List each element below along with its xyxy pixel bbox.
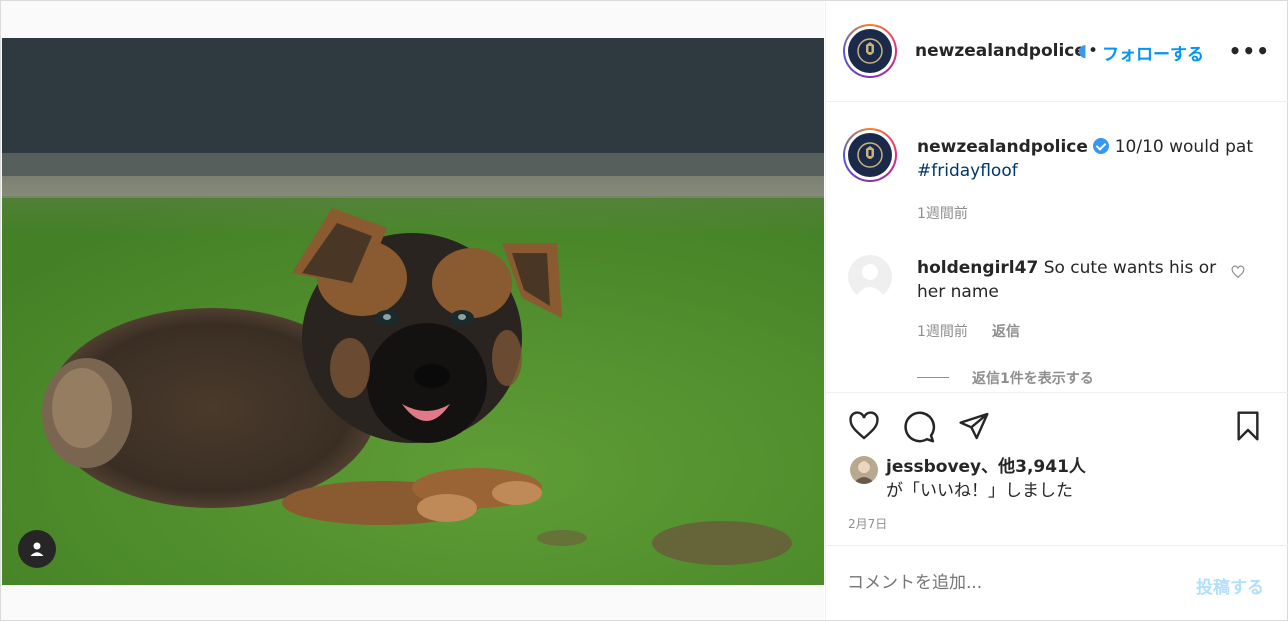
caption-avatar[interactable] — [843, 128, 897, 182]
post-header: newzealandpolice ◖ • フォローする ••• — [826, 1, 1288, 102]
comment-like-button[interactable] — [1231, 264, 1245, 283]
verified-partial-icon: ◖ — [1078, 41, 1087, 61]
post-side-panel: newzealandpolice ◖ • フォローする ••• newzeala… — [825, 1, 1288, 620]
default-avatar-icon — [854, 264, 886, 299]
reply-button[interactable]: 返信 — [992, 321, 1020, 341]
puppy-photo-illustration — [2, 38, 824, 585]
caption-username[interactable]: newzealandpolice — [917, 137, 1088, 157]
header-username[interactable]: newzealandpolice — [915, 41, 1086, 61]
header-separator: • — [1088, 41, 1099, 61]
heart-icon — [849, 411, 879, 440]
heart-small-icon — [1231, 265, 1245, 279]
police-badge-icon — [848, 29, 892, 73]
follow-button[interactable]: フォローする — [1102, 40, 1204, 65]
bookmark-button[interactable] — [1232, 409, 1264, 447]
likes-summary: jessbovey、他3,941人 — [886, 455, 1086, 479]
caption-timestamp[interactable]: 1週間前 — [917, 203, 968, 223]
verified-badge-icon — [1093, 138, 1110, 154]
comment-text: holdengirl47 So cute wants his or her na… — [917, 256, 1227, 304]
caption-hashtag[interactable]: #fridayfloof — [917, 161, 1018, 181]
liker-photo-icon — [853, 461, 875, 484]
comment-avatar[interactable] — [848, 255, 892, 299]
liker-avatar[interactable] — [850, 456, 878, 484]
post-date[interactable]: 2月7日 — [848, 515, 887, 532]
comments-list: newzealandpolice 10/10 would pat #friday… — [826, 102, 1288, 392]
bookmark-icon — [1237, 411, 1259, 441]
caption-body: 10/10 would pat — [1114, 137, 1254, 157]
likes-suffix: が「いいね！」しました — [886, 481, 1073, 501]
share-icon — [959, 412, 989, 440]
police-badge-icon — [848, 133, 892, 177]
comment-button[interactable] — [902, 410, 936, 448]
post-comment-button[interactable]: 投稿する — [1196, 573, 1264, 598]
like-button[interactable] — [847, 410, 881, 446]
tagged-people-button[interactable] — [18, 530, 56, 568]
actions-section: jessbovey、他3,941人 が「いいね！」しました 2月7日 — [826, 392, 1288, 545]
comment-input[interactable] — [847, 571, 1167, 595]
add-comment-bar: 投稿する — [826, 545, 1288, 621]
view-replies-button[interactable]: 返信1件を表示する — [972, 368, 1094, 388]
likes-others-count[interactable]: 、他3,941人 — [981, 457, 1086, 477]
comment-icon — [904, 411, 936, 443]
profile-avatar[interactable] — [843, 24, 897, 78]
comment-timestamp[interactable]: 1週間前 — [917, 321, 968, 341]
post-photo[interactable] — [2, 38, 824, 585]
replies-divider — [917, 377, 949, 378]
comment-username[interactable]: holdengirl47 — [917, 258, 1038, 278]
person-icon — [30, 542, 44, 556]
liker-username[interactable]: jessbovey — [886, 457, 981, 477]
share-button[interactable] — [957, 410, 991, 446]
more-options-button[interactable]: ••• — [1229, 39, 1270, 63]
caption-text: newzealandpolice 10/10 would pat #friday… — [917, 135, 1257, 183]
